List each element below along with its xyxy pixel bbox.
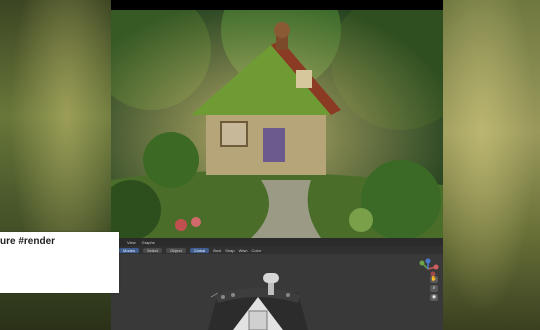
caption-text: ure #render [0, 236, 56, 247]
toolbar-menu-color[interactable]: Color [252, 248, 262, 253]
camera-icon[interactable]: ◉ [430, 294, 438, 301]
top-bar [111, 0, 443, 10]
caption-overlay: ure #render [0, 232, 119, 293]
toolbar-menu-bool[interactable]: Bool [213, 248, 221, 253]
menu-view[interactable]: View [127, 240, 136, 245]
hand-icon[interactable]: ✋ [430, 276, 438, 283]
video-frame: View Graphs Modes Select Object Global B… [111, 0, 443, 330]
zoom-icon[interactable]: ⌕ [430, 285, 438, 292]
render-preview [111, 10, 443, 238]
cottage-render-image [111, 10, 443, 238]
toolbar-pill-modes[interactable]: Modes [119, 247, 140, 253]
menu-graphs[interactable]: Graphs [142, 240, 155, 245]
3d-viewport[interactable]: ✋ ⌕ ◉ [111, 254, 443, 330]
toolbar-pill-global[interactable]: Global [189, 247, 210, 253]
toolbar-menu-snap[interactable]: Snap [225, 248, 234, 253]
toolbar-pill-select[interactable]: Select [143, 247, 163, 253]
toolbar-menu-wwn[interactable]: Wwn [239, 248, 248, 253]
editor-header: View Graphs [111, 238, 443, 246]
editor-toolbar: Modes Select Object Global Bool Snap Wwn… [111, 246, 443, 254]
blurred-background-right [443, 0, 540, 330]
cottage-3d-model[interactable] [203, 273, 313, 330]
toolbar-pill-object[interactable]: Object [166, 247, 186, 253]
